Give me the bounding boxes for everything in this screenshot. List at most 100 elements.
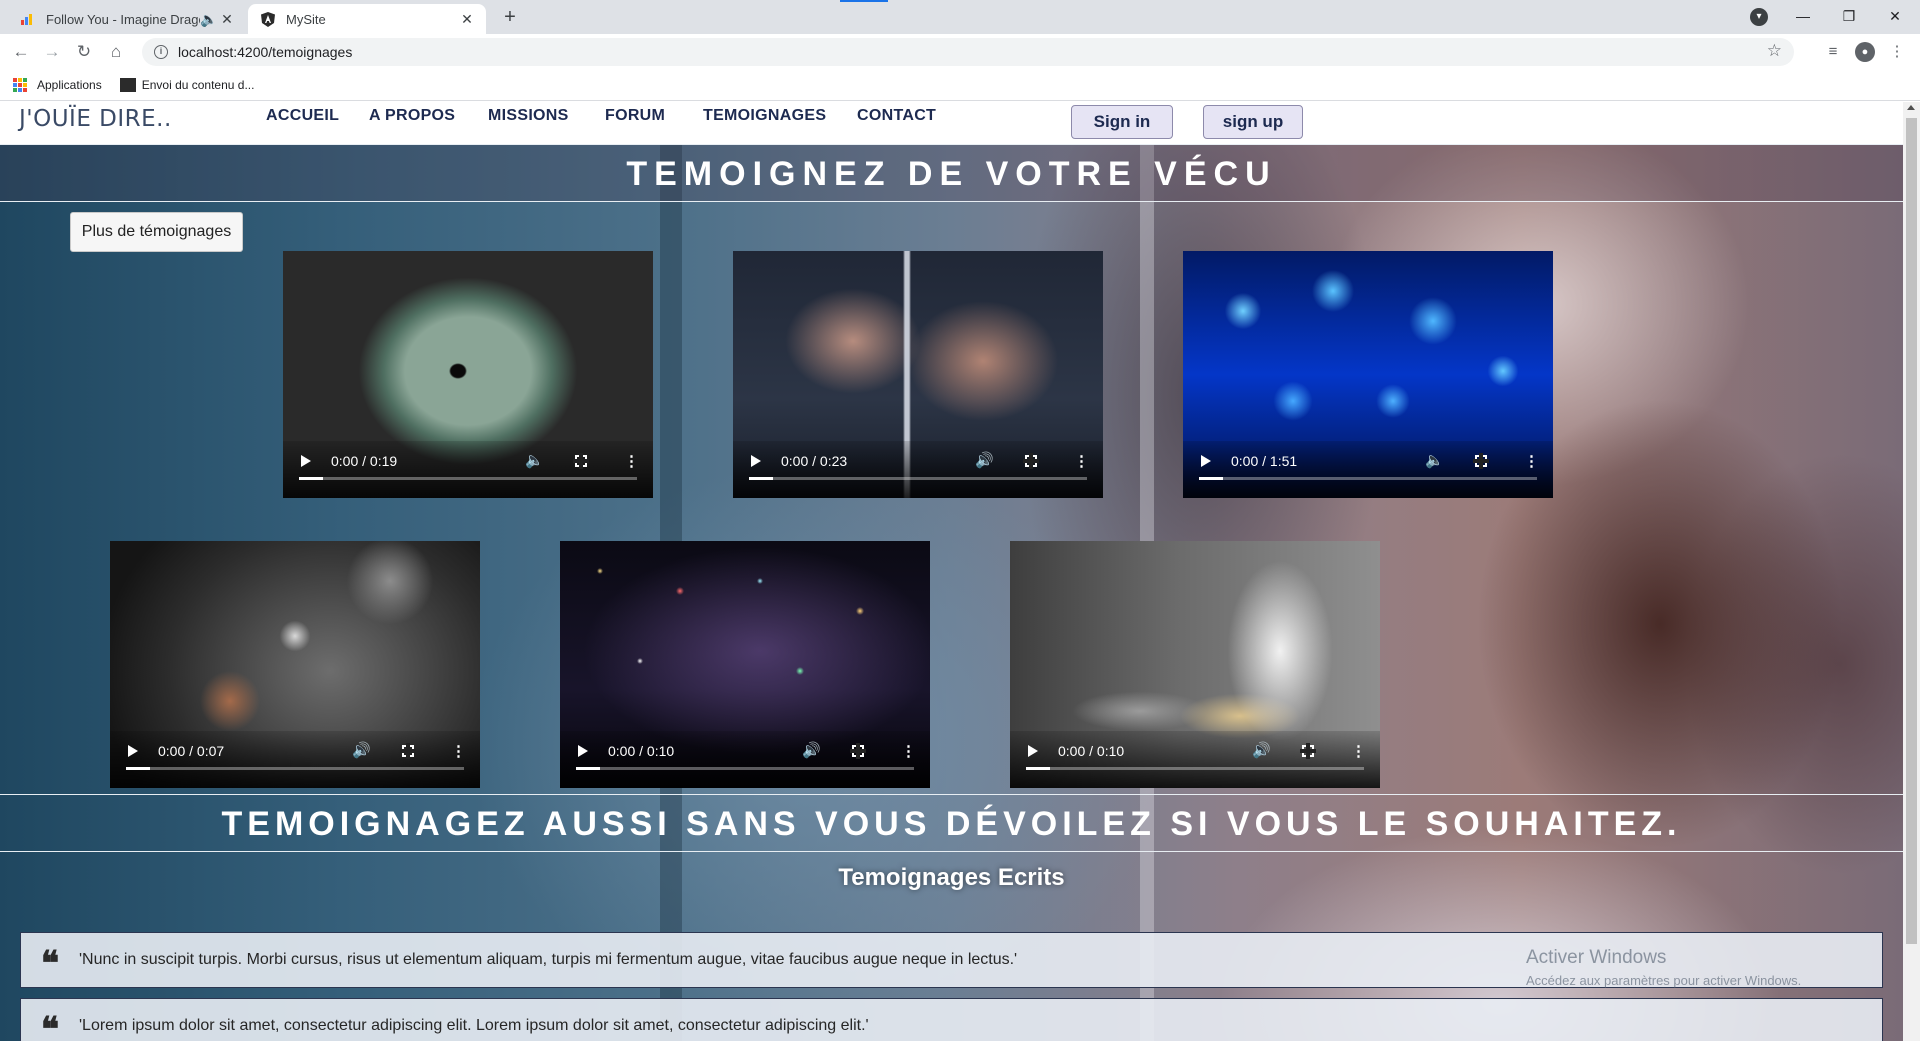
tab-strip-accent — [840, 0, 888, 2]
minimize-icon[interactable]: — — [1780, 8, 1826, 24]
sign-up-button[interactable]: sign up — [1203, 105, 1303, 139]
anonymous-testimony-banner: TEMOIGNAGEZ AUSSI SANS VOUS DÉVOILEZ SI … — [0, 794, 1903, 852]
chart-favicon-icon — [20, 11, 36, 27]
close-tab-icon[interactable]: ✕ — [458, 11, 476, 28]
more-options-icon[interactable]: ⋮ — [1074, 452, 1089, 470]
play-icon[interactable] — [301, 455, 311, 467]
play-icon[interactable] — [1028, 745, 1038, 757]
sign-in-button[interactable]: Sign in — [1071, 105, 1173, 139]
url-text: localhost:4200/temoignages — [178, 44, 353, 60]
volume-icon[interactable]: 🔊 — [975, 451, 994, 469]
video-time: 0:00 / 0:19 — [331, 453, 398, 469]
browser-toolbar: ← → ↻ ⌂ i localhost:4200/temoignages ☆ ≡… — [0, 34, 1920, 70]
page-favicon-icon — [119, 78, 136, 92]
apps-grid-icon — [13, 78, 27, 92]
more-options-icon[interactable]: ⋮ — [624, 452, 639, 470]
watermark-subtitle: Accédez aux paramètres pour activer Wind… — [1526, 973, 1802, 988]
more-testimonials-button[interactable]: Plus de témoignages — [70, 212, 243, 252]
bookmark-envoi[interactable]: Envoi du contenu d... — [119, 78, 255, 92]
video-time: 0:00 / 0:10 — [1058, 743, 1125, 759]
video-controls: 0:00 / 0:10 🔊 ⋮ — [560, 731, 930, 788]
quote-text: 'Nunc in suscipit turpis. Morbi cursus, … — [79, 951, 1018, 968]
video-progress-track[interactable] — [126, 767, 464, 770]
play-icon[interactable] — [1201, 455, 1211, 467]
nav-a-propos[interactable]: A PROPOS — [369, 107, 455, 125]
video-player-chef[interactable]: 0:00 / 0:10 🔊 ⋮ — [1010, 541, 1380, 788]
close-tab-icon[interactable]: ✕ — [218, 11, 236, 28]
address-bar[interactable]: i localhost:4200/temoignages ☆ — [142, 38, 1794, 66]
video-player-hands[interactable]: 0:00 / 0:23 🔊 ⋮ — [733, 251, 1103, 498]
forward-icon[interactable]: → — [40, 40, 64, 64]
nav-temoignages[interactable]: TEMOIGNAGES — [703, 107, 826, 125]
video-controls: 0:00 / 0:07 🔊 ⋮ — [110, 731, 480, 788]
quote-icon: ❝ — [40, 944, 60, 984]
home-icon[interactable]: ⌂ — [104, 40, 128, 64]
browser-tab-strip: Follow You - Imagine Dragon 🔈 ✕ MySite ✕… — [0, 0, 1920, 34]
back-icon[interactable]: ← — [9, 40, 33, 64]
site-logo[interactable]: J'OUÏE DIRE.. — [19, 106, 172, 132]
video-controls: 0:00 / 0:10 🔊 ⋮ — [1010, 731, 1380, 788]
video-player-bokeh[interactable]: 0:00 / 0:10 🔊 ⋮ — [560, 541, 930, 788]
bookmark-label: Envoi du contenu d... — [141, 78, 255, 92]
profile-avatar-icon[interactable]: ● — [1853, 40, 1877, 64]
tab-title: MySite — [286, 11, 326, 27]
volume-icon[interactable]: 🔊 — [352, 741, 371, 759]
page-heading: TEMOIGNEZ DE VOTRE VÉCU — [0, 144, 1903, 202]
video-player-jellyfish[interactable]: 0:00 / 1:51 🔈 ⋮ — [1183, 251, 1553, 498]
video-controls: 0:00 / 0:19 🔈 ⋮ — [283, 441, 653, 498]
video-player-watch[interactable]: 0:00 / 0:07 🔊 ⋮ — [110, 541, 480, 788]
tab-follow-you[interactable]: Follow You - Imagine Dragon 🔈 ✕ — [8, 4, 246, 34]
page-scrollbar[interactable] — [1903, 102, 1920, 1041]
video-progress-track[interactable] — [749, 477, 1087, 480]
more-options-icon[interactable]: ⋮ — [451, 742, 466, 760]
speaker-icon[interactable]: 🔈 — [200, 11, 218, 28]
bookmark-star-icon[interactable]: ☆ — [1767, 41, 1782, 61]
site-info-icon[interactable]: i — [154, 45, 168, 59]
tab-title: Follow You - Imagine Dragon — [46, 11, 200, 27]
browser-menu-icon[interactable]: ⋮ — [1885, 40, 1909, 64]
close-window-icon[interactable]: ✕ — [1872, 8, 1918, 25]
quote-text: 'Lorem ipsum dolor sit amet, consectetur… — [79, 1017, 869, 1034]
video-progress-track[interactable] — [1199, 477, 1537, 480]
quote-icon: ❝ — [40, 1010, 60, 1041]
nav-contact[interactable]: CONTACT — [857, 107, 936, 125]
nav-accueil[interactable]: ACCUEIL — [266, 107, 339, 125]
restore-icon[interactable]: ❐ — [1826, 8, 1872, 25]
web-page: J'OUÏE DIRE.. ACCUEIL A PROPOS MISSIONS … — [0, 102, 1920, 1041]
nav-missions[interactable]: MISSIONS — [488, 107, 569, 125]
background-photo-section: TEMOIGNEZ DE VOTRE VÉCU Plus de témoigna… — [0, 144, 1903, 1041]
testimonial-quote: ❝ 'Lorem ipsum dolor sit amet, consectet… — [20, 998, 1883, 1041]
tab-search-icon[interactable]: ▾ — [1750, 8, 1768, 26]
play-icon[interactable] — [128, 745, 138, 757]
play-icon[interactable] — [578, 745, 588, 757]
tab-mysite[interactable]: MySite ✕ — [248, 4, 486, 34]
reading-list-icon[interactable]: ≡ — [1821, 40, 1845, 64]
video-progress-track[interactable] — [1026, 767, 1364, 770]
volume-icon[interactable]: 🔊 — [802, 741, 821, 759]
new-tab-button[interactable]: + — [498, 6, 522, 30]
volume-muted-icon[interactable]: 🔈 — [525, 451, 544, 469]
volume-icon[interactable]: 🔊 — [1252, 741, 1271, 759]
nav-forum[interactable]: FORUM — [605, 107, 665, 125]
bookmarks-bar: Applications Envoi du contenu d... — [0, 70, 1920, 101]
play-icon[interactable] — [751, 455, 761, 467]
video-time: 0:00 / 0:23 — [781, 453, 848, 469]
written-testimonials-title: Temoignages Ecrits — [838, 864, 1065, 891]
video-controls: 0:00 / 1:51 🔈 ⋮ — [1183, 441, 1553, 498]
more-options-icon[interactable]: ⋮ — [1524, 452, 1539, 470]
more-options-icon[interactable]: ⋮ — [1351, 742, 1366, 760]
scrollbar-thumb[interactable] — [1906, 118, 1917, 944]
video-progress-track[interactable] — [576, 767, 914, 770]
more-options-icon[interactable]: ⋮ — [901, 742, 916, 760]
video-time: 0:00 / 0:10 — [608, 743, 675, 759]
scroll-up-arrow-icon[interactable] — [1907, 105, 1915, 110]
windows-activation-watermark: Activer Windows Accédez aux paramètres p… — [1526, 947, 1801, 988]
video-player-cat-eye[interactable]: 0:00 / 0:19 🔈 ⋮ — [283, 251, 653, 498]
angular-icon — [260, 11, 276, 27]
video-progress-track[interactable] — [299, 477, 637, 480]
watermark-title: Activer Windows — [1526, 947, 1667, 968]
reload-icon[interactable]: ↻ — [72, 40, 96, 64]
video-time: 0:00 / 1:51 — [1231, 453, 1298, 469]
bookmark-applications[interactable]: Applications — [13, 78, 102, 92]
volume-muted-icon[interactable]: 🔈 — [1425, 451, 1444, 469]
